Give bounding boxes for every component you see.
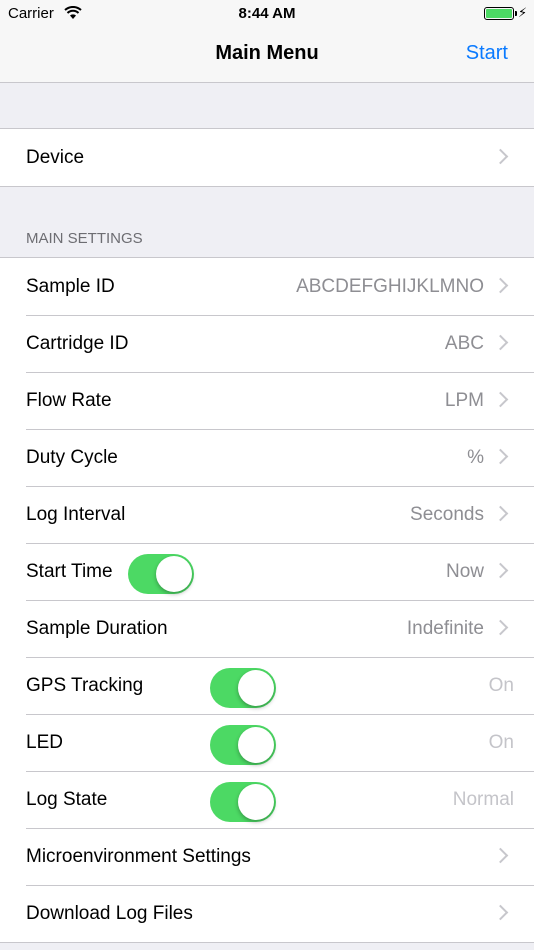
row-label: GPS Tracking	[26, 675, 144, 696]
row-value: Indefinite	[406, 618, 484, 639]
led-toggle[interactable]	[210, 725, 276, 765]
log-interval-row[interactable]: Log Interval Seconds	[0, 486, 534, 543]
charging-bolt-icon: ⚡	[518, 5, 528, 20]
row-label: Sample Duration	[26, 618, 168, 639]
status-bar: Carrier 8:44 AM ⚡	[0, 0, 534, 28]
row-value: %	[467, 447, 484, 468]
chevron-right-icon	[492, 904, 509, 921]
sample-id-row[interactable]: Sample ID ABCDEFGHIJKLMNO	[0, 258, 534, 315]
chevron-right-icon	[492, 562, 509, 579]
microenvironment-settings-row[interactable]: Microenvironment Settings	[0, 828, 534, 885]
row-value: ABCDEFGHIJKLMNO	[296, 276, 484, 297]
page-title: Main Menu	[215, 42, 319, 64]
start-time-toggle[interactable]	[128, 554, 194, 594]
row-label: Log Interval	[26, 504, 126, 525]
main-settings-section: Sample ID ABCDEFGHIJKLMNO Cartridge ID A…	[0, 257, 534, 943]
row-label: Sample ID	[26, 276, 115, 297]
chevron-right-icon	[492, 505, 509, 522]
flow-rate-row[interactable]: Flow Rate LPM	[0, 372, 534, 429]
log-state-toggle[interactable]	[210, 782, 276, 822]
row-label: Download Log Files	[26, 903, 193, 924]
chevron-right-icon	[492, 277, 509, 294]
row-label: Flow Rate	[26, 390, 112, 411]
gps-tracking-row: GPS Tracking On	[0, 657, 534, 714]
navigation-bar: Main Menu Start	[0, 28, 534, 83]
battery-icon	[484, 7, 517, 20]
row-value: ABC	[444, 333, 484, 354]
start-button[interactable]: Start	[466, 42, 508, 65]
chevron-right-icon	[492, 334, 509, 351]
row-label: Start Time	[26, 561, 113, 582]
download-log-files-row[interactable]: Download Log Files	[0, 885, 534, 942]
gps-tracking-toggle[interactable]	[210, 668, 276, 708]
sample-duration-row[interactable]: Sample Duration Indefinite	[0, 600, 534, 657]
row-value: On	[488, 675, 514, 696]
chevron-right-icon	[492, 391, 509, 408]
chevron-right-icon	[492, 847, 509, 864]
row-value: Now	[445, 561, 484, 582]
log-state-row: Log State Normal	[0, 771, 534, 828]
chevron-right-icon	[492, 148, 509, 165]
device-row[interactable]: Device	[0, 129, 534, 186]
row-label: Duty Cycle	[26, 447, 118, 468]
row-label: Cartridge ID	[26, 333, 129, 354]
duty-cycle-row[interactable]: Duty Cycle %	[0, 429, 534, 486]
row-value: Normal	[452, 789, 514, 810]
row-label: Microenvironment Settings	[26, 846, 251, 867]
cartridge-id-row[interactable]: Cartridge ID ABC	[0, 315, 534, 372]
device-section: Device	[0, 128, 534, 187]
row-value: On	[488, 732, 514, 753]
row-label: Log State	[26, 789, 108, 810]
status-time: 8:44 AM	[238, 5, 296, 22]
row-label: LED	[26, 732, 63, 753]
start-time-row[interactable]: Start Time Now	[0, 543, 534, 600]
main-settings-header: MAIN SETTINGS	[26, 230, 143, 247]
row-value: LPM	[444, 390, 484, 411]
device-label: Device	[26, 147, 85, 168]
chevron-right-icon	[492, 619, 509, 636]
row-value: Seconds	[410, 504, 484, 525]
led-row: LED On	[0, 714, 534, 771]
chevron-right-icon	[492, 448, 509, 465]
